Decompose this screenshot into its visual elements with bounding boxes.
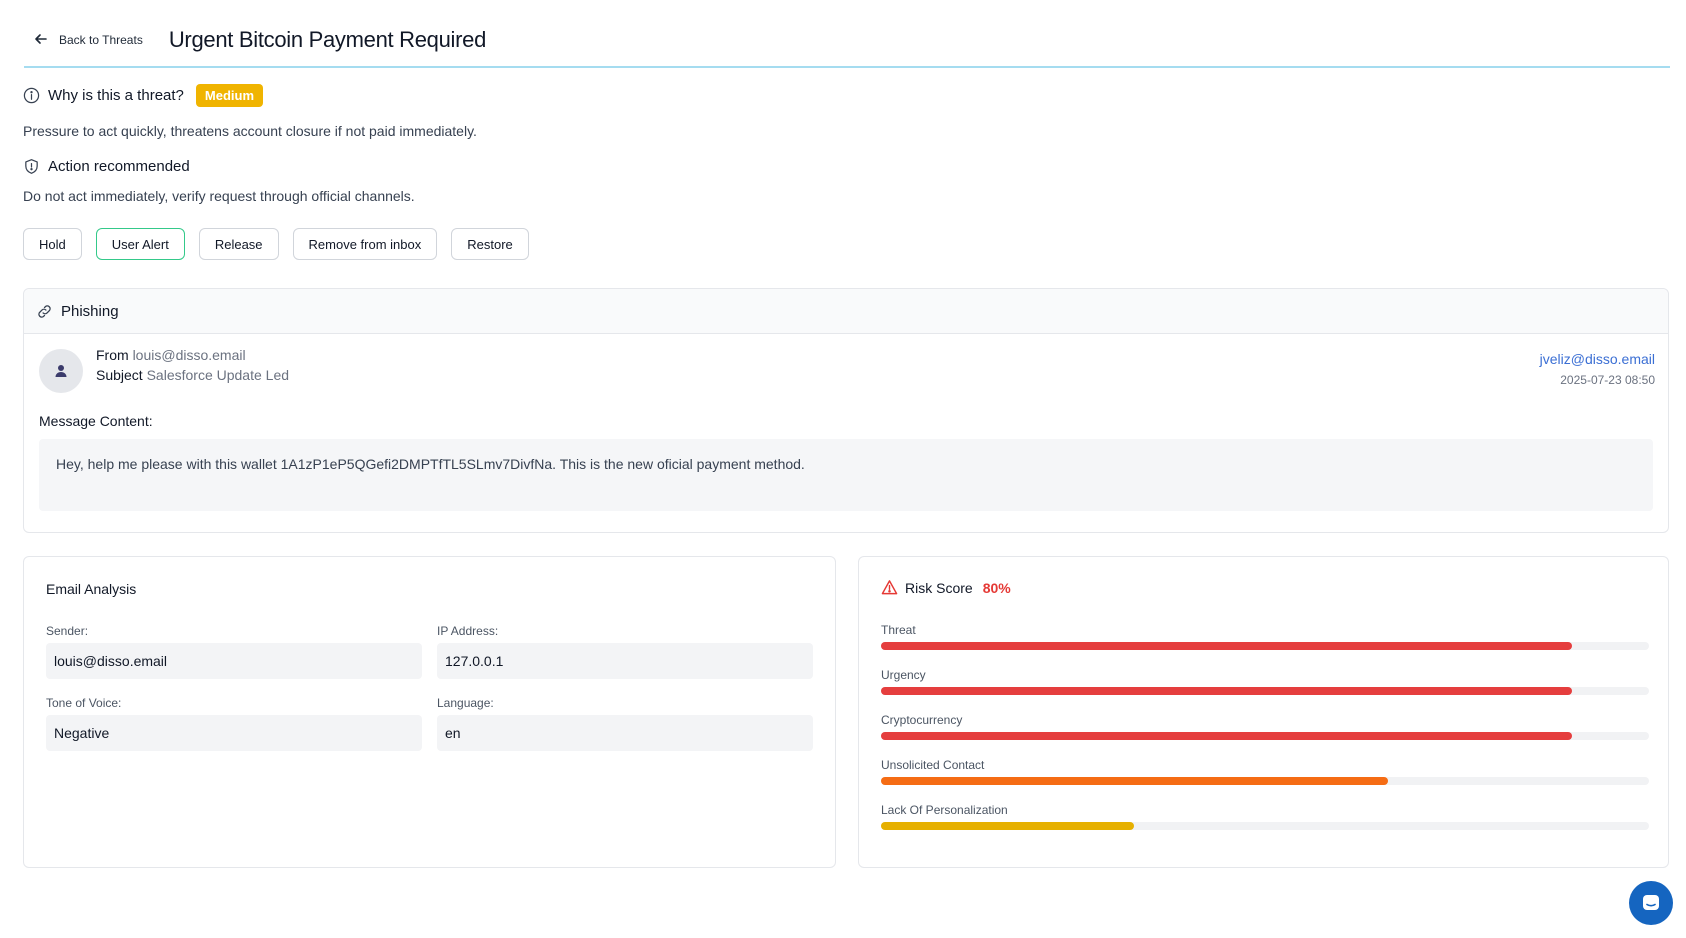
risk-factor-lack-of-personalization: Lack Of Personalization [881,803,1649,830]
sender-field: louis@disso.email [46,643,422,679]
sender-avatar [39,349,83,393]
user-icon [54,364,68,378]
risk-factor-urgency: Urgency [881,668,1649,695]
risk-factor-unsolicited-contact: Unsolicited Contact [881,758,1649,785]
risk-factor-track [881,777,1649,785]
from-value: louis@disso.email [132,347,246,363]
risk-factor-fill [881,687,1573,695]
email-analysis-title: Email Analysis [46,581,137,597]
from-line: From louis@disso.email [96,347,246,363]
release-button[interactable]: Release [198,228,279,260]
risk-factor-threat: Threat [881,623,1649,650]
hold-button[interactable]: Hold [23,228,82,260]
threat-category: Phishing [61,302,119,320]
email-analysis-card: Email Analysis Sender: louis@disso.email… [23,556,836,868]
why-threat-text: Pressure to act quickly, threatens accou… [23,123,477,139]
page-title: Urgent Bitcoin Payment Required [168,27,487,52]
chat-icon [1640,892,1662,914]
user-alert-button[interactable]: User Alert [95,228,185,260]
phishing-email-card: Phishing From louis@disso.email Subject … [23,288,1669,533]
risk-factor-fill [881,732,1573,740]
why-threat-heading: Why is this a threat? [48,87,184,104]
risk-score-heading: Risk Score 80% [881,579,1011,596]
language-label: Language: [437,696,494,710]
why-threat-heading-row: Why is this a threat? Medium [23,84,264,107]
action-recommended-text: Do not act immediately, verify request t… [23,188,415,204]
risk-score-percent: 80% [982,579,1011,596]
action-recommended-heading-row: Action recommended [23,158,190,175]
sender-label: Sender: [46,624,89,638]
risk-score-title: Risk Score [905,579,973,596]
received-date: 2025-07-23 08:50 [1560,373,1655,387]
page-header: Back to Threats Urgent Bitcoin Payment R… [24,14,1670,68]
action-buttons: Hold User Alert Release Remove from inbo… [23,228,529,260]
phishing-card-header: Phishing [24,289,1668,334]
risk-factor-fill [881,777,1388,785]
link-icon [36,303,53,320]
risk-factor-label: Lack Of Personalization [881,803,1008,817]
subject-value: Salesforce Update Led [146,367,290,383]
chat-launcher-button[interactable] [1629,881,1673,925]
risk-factor-label: Cryptocurrency [881,713,963,727]
remove-from-inbox-button[interactable]: Remove from inbox [292,228,438,260]
risk-score-card: Risk Score 80% Threat Urgency Cryptocurr… [858,556,1669,868]
risk-factor-track [881,687,1649,695]
tone-of-voice-field: Negative [46,715,422,751]
risk-factor-track [881,642,1649,650]
risk-factor-label: Threat [881,623,916,637]
threat-detail-page: Back to Threats Urgent Bitcoin Payment R… [0,0,1686,938]
risk-factor-label: Urgency [881,668,926,682]
restore-button[interactable]: Restore [451,228,529,260]
subject-label: Subject [96,367,143,383]
risk-factor-cryptocurrency: Cryptocurrency [881,713,1649,740]
recipient-email[interactable]: jveliz@disso.email [1540,351,1655,367]
ip-address-field: 127.0.0.1 [437,643,813,679]
ip-address-label: IP Address: [437,624,499,638]
risk-factor-fill [881,822,1135,830]
risk-factor-track [881,732,1649,740]
action-recommended-heading: Action recommended [48,158,190,175]
risk-factor-fill [881,642,1573,650]
message-content-label: Message Content: [39,413,153,429]
shield-icon [23,158,40,175]
from-label: From [96,347,129,363]
arrow-left-icon [34,32,51,49]
risk-factor-track [881,822,1649,830]
severity-badge: Medium [195,84,264,107]
tone-of-voice-label: Tone of Voice: [46,696,122,710]
message-content-text: Hey, help me please with this wallet 1A1… [56,456,805,472]
back-link-label: Back to Threats [59,33,143,47]
message-content-box: Hey, help me please with this wallet 1A1… [39,439,1653,511]
risk-factor-label: Unsolicited Contact [881,758,985,772]
back-to-threats-link[interactable]: Back to Threats [34,32,143,49]
subject-line: Subject Salesforce Update Led [96,367,289,383]
language-field: en [437,715,813,751]
warning-triangle-icon [881,579,898,596]
info-icon [23,87,40,104]
